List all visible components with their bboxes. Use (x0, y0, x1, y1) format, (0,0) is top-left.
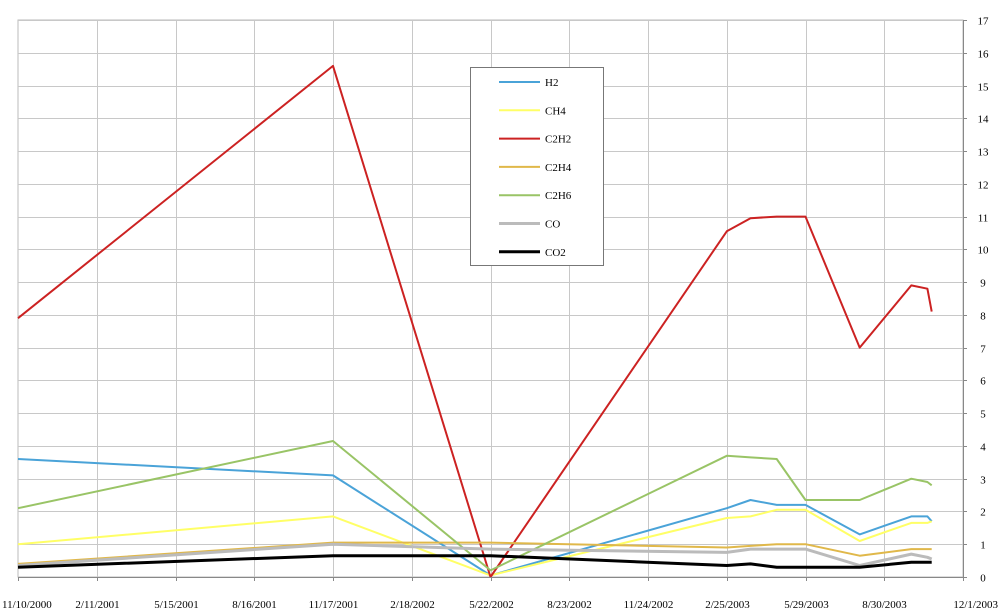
x-tick-label: 8/30/2003 (862, 599, 907, 611)
y-tick-label: 11 (978, 213, 989, 225)
legend-label-c2h6: C2H6 (545, 190, 572, 202)
legend: H2 CH4 C2H2 C2H4 C2H6 CO CO2 (470, 67, 604, 266)
y-tick-label: 0 (980, 573, 986, 585)
legend-label-h2: H2 (545, 77, 558, 89)
y-tick-label: 17 (978, 16, 990, 28)
x-tick-label: 2/18/2002 (390, 599, 435, 611)
x-tick-label: 12/1/2003 (953, 599, 998, 611)
y-tick-label: 15 (978, 82, 990, 94)
legend-label-co2: CO2 (545, 247, 566, 259)
x-tick-label: 2/25/2003 (705, 599, 750, 611)
y-tick-label: 2 (980, 507, 986, 519)
legend-label-co: CO (545, 219, 560, 231)
x-tick-label: 11/24/2002 (624, 599, 674, 611)
x-tick-label: 2/11/2001 (75, 599, 119, 611)
legend-label-c2h2: C2H2 (545, 134, 571, 146)
y-tick-label: 7 (980, 344, 986, 356)
y-tick-label: 1 (980, 540, 986, 552)
x-tick-label: 5/22/2002 (469, 599, 514, 611)
y-tick-label: 16 (978, 49, 990, 61)
legend-label-c2h4: C2H4 (545, 162, 572, 174)
y-tick-label: 13 (978, 147, 990, 159)
line-chart: 0123456789101112131415161711/10/2000 2/11… (2, 16, 998, 612)
y-tick-label: 12 (978, 180, 989, 192)
y-tick-label: 5 (980, 409, 986, 421)
y-tick-label: 4 (980, 442, 986, 454)
x-tick-label: 5/29/2003 (784, 599, 829, 611)
x-tick-label: 11/17/2001 (309, 599, 359, 611)
y-tick-label: 3 (980, 475, 986, 487)
y-tick-label: 14 (978, 114, 990, 126)
x-tick-label: 5/15/2001 (154, 599, 199, 611)
y-tick-label: 9 (980, 278, 986, 290)
legend-label-ch4: CH4 (545, 105, 566, 117)
x-tick-label: 8/23/2002 (547, 599, 592, 611)
x-tick-label: 8/16/2001 (232, 599, 277, 611)
y-tick-label: 8 (980, 311, 986, 323)
y-tick-label: 10 (978, 245, 990, 257)
x-tick-label: 11/10/2000 (2, 599, 52, 611)
y-tick-label: 6 (980, 376, 986, 388)
